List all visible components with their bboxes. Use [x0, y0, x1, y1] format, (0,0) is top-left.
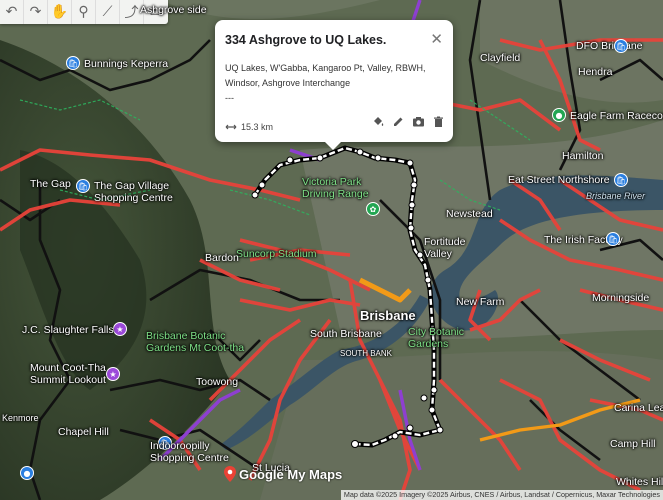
line-icon: ⟋: [102, 4, 113, 20]
logo-text: Google My Maps: [239, 466, 343, 482]
place-brisbane-river: Brisbane River: [586, 191, 646, 201]
place-bunnings: Bunnings Keperra: [84, 58, 169, 70]
measure-arrow-icon: [225, 124, 237, 130]
place-bardon: Bardon: [205, 252, 239, 264]
park-pin-icon[interactable]: ✿: [366, 202, 380, 216]
distance-readout: 15.3 km: [225, 122, 445, 132]
directions-icon: ⤴: [124, 5, 139, 21]
place-the-gap: The Gap: [30, 178, 71, 190]
place-city-botanic-gardens: City Botanic Gardens: [408, 326, 465, 350]
google-my-maps-logo: Google My Maps: [224, 466, 342, 482]
map-attribution: Map data ©2025 Imagery ©2025 Airbus, CNE…: [340, 490, 663, 500]
place-hamilton: Hamilton: [562, 150, 604, 162]
undo-icon: ↶: [5, 4, 18, 20]
route-info-popup: 334 Ashgrove to UQ Lakes. ✕ UQ Lakes, W'…: [215, 20, 453, 150]
undo-button[interactable]: ↶: [0, 0, 24, 24]
add-marker-button[interactable]: ⚲: [72, 0, 96, 24]
place-jc-slaughter-falls: J.C. Slaughter Falls: [22, 324, 114, 336]
place-toowong: Toowong: [196, 376, 239, 388]
close-icon[interactable]: ✕: [430, 30, 443, 48]
place-suncorp-stadium: Suncorp Stadium: [236, 248, 317, 260]
shopping-pin-icon[interactable]: 🛍: [606, 232, 620, 246]
draw-line-button[interactable]: ⟋: [96, 0, 120, 24]
place-dfo-brisbane: DFO Brisbane: [576, 40, 643, 52]
description-line: Windsor, Ashgrove Interchange: [225, 78, 351, 88]
place-brisbane: Brisbane: [360, 308, 416, 323]
place-south-brisbane: South Brisbane: [310, 328, 382, 340]
shopping-pin-icon[interactable]: 🛍: [614, 39, 628, 53]
my-maps-pin-icon: [224, 466, 236, 482]
place-the-gap-village: The Gap Village Shopping Centre: [94, 180, 173, 204]
pan-button[interactable]: ✋: [48, 0, 72, 24]
place-clayfield: Clayfield: [480, 52, 521, 64]
place-fortitude-valley: Fortitude Valley: [424, 236, 466, 260]
redo-icon: ↷: [29, 4, 42, 20]
place-botanic-gardens-mt-cootha: Brisbane Botanic Gardens Mt Coot-tha: [146, 330, 245, 354]
place-victoria-park: Victoria Park Driving Range: [302, 176, 369, 200]
place-eat-street-northshore: Eat Street Northshore: [508, 174, 610, 186]
popup-footer: 15.3 km: [225, 120, 445, 134]
hand-icon: ✋: [50, 4, 69, 20]
distance-value: 15.3 km: [241, 122, 274, 132]
shopping-pin-icon[interactable]: 🛍: [614, 173, 628, 187]
description-line: UQ Lakes, W'Gabba, Kangaroo Pt, Valley, …: [225, 63, 426, 73]
redo-button[interactable]: ↷: [24, 0, 48, 24]
popup-description: UQ Lakes, W'Gabba, Kangaroo Pt, Valley, …: [225, 61, 443, 106]
shopping-pin-icon[interactable]: 🛍: [66, 56, 80, 70]
place-new-farm: New Farm: [456, 296, 505, 308]
place-kenmore: Kenmore: [2, 413, 39, 423]
racecourse-pin-icon[interactable]: ●: [552, 108, 566, 122]
place-whites-hill: Whites Hill: [616, 476, 663, 488]
place-indooroopilly: Indooroopilly Shopping Centre: [150, 440, 229, 464]
popup-title: 334 Ashgrove to UQ Lakes.: [225, 33, 387, 47]
marker-icon: ⚲: [78, 4, 89, 20]
place-newstead: Newstead: [446, 208, 493, 220]
place-eagle-farm-racecourse: Eagle Farm Racecourse: [570, 110, 663, 122]
place-chapel-hill: Chapel Hill: [58, 426, 109, 438]
place-camp-hill: Camp Hill: [610, 438, 656, 450]
place-ashgrove-side: Ashgrove side: [140, 4, 207, 16]
place-carina-league: Carina League: [614, 402, 663, 414]
attraction-pin-icon[interactable]: ★: [106, 367, 120, 381]
description-line: ---: [225, 93, 234, 103]
shopping-pin-icon[interactable]: 🛍: [76, 179, 90, 193]
attraction-pin-icon[interactable]: ★: [113, 322, 127, 336]
place-mount-cootha-lookout: Mount Coot-Tha Summit Lookout: [30, 362, 106, 386]
place-south-bank: SOUTH BANK: [340, 349, 393, 358]
location-pin-icon[interactable]: ●: [20, 466, 34, 480]
place-morningside: Morningside: [592, 292, 650, 304]
place-hendra: Hendra: [578, 66, 613, 78]
